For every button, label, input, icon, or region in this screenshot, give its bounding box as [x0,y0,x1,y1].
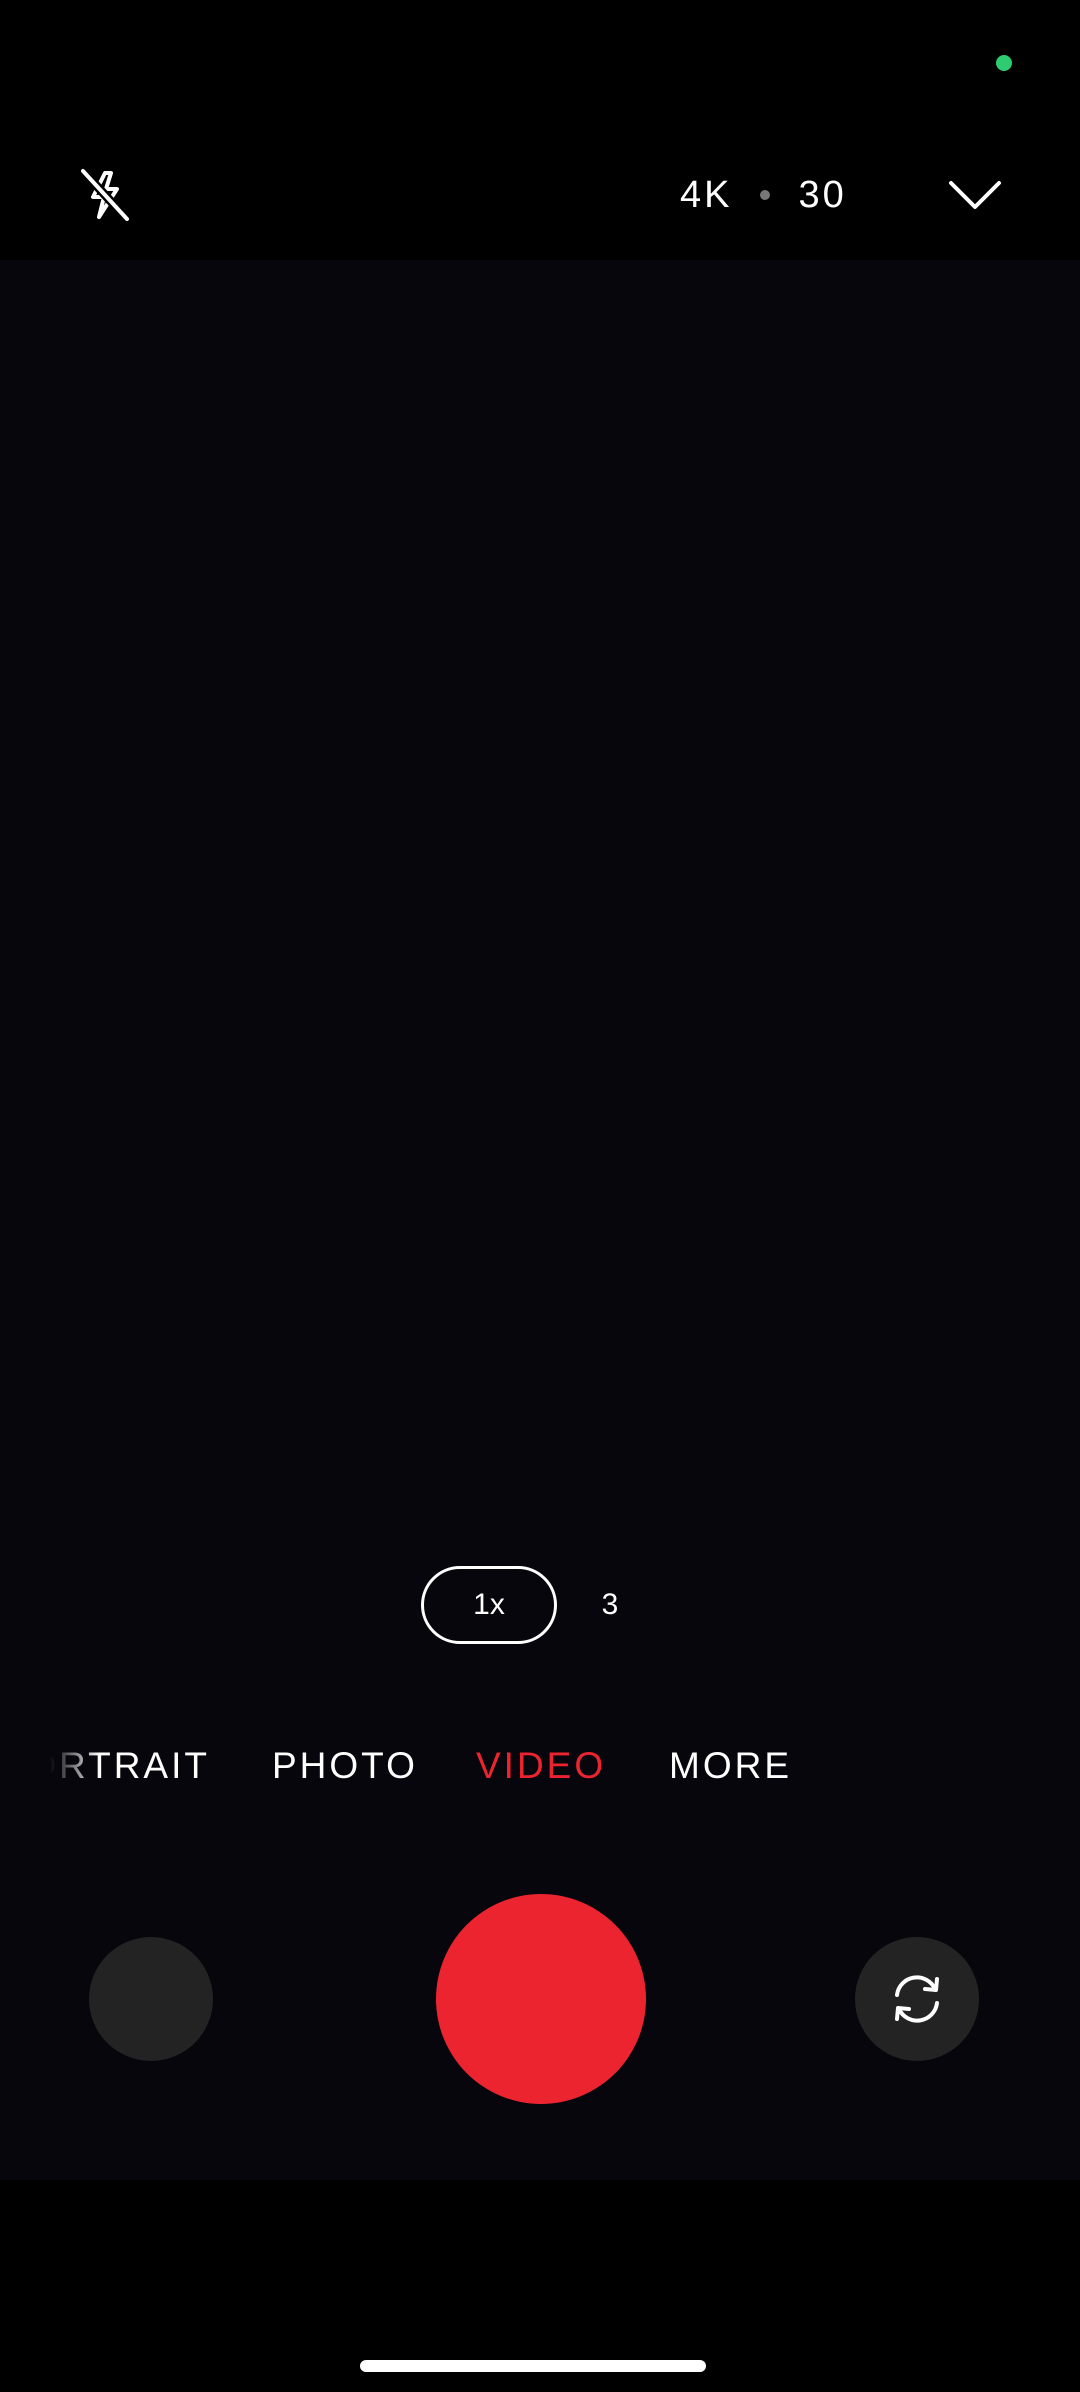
chevron-down-icon [949,181,1001,209]
camera-switch-icon [895,1975,939,2023]
camera-in-use-indicator [996,55,1012,71]
zoom-label: 3 [601,1588,619,1621]
resolution-label: 4K [680,173,733,216]
video-quality-selector[interactable]: 4K 30 [680,170,847,220]
zoom-option-1x[interactable]: 1x [421,1566,557,1644]
zoom-label: 1x [473,1588,505,1621]
mode-label: VIDEO [476,1745,607,1786]
mode-label: PORTRAIT [10,1745,210,1786]
expand-settings-button[interactable] [940,160,1010,230]
mode-video[interactable]: VIDEO [476,1745,606,1787]
mode-more[interactable]: MORE [669,1745,792,1787]
switch-camera-button[interactable] [855,1937,979,2061]
mode-portrait[interactable]: PORTRAIT [10,1745,210,1787]
gallery-thumbnail-button[interactable] [89,1937,213,2061]
mode-label: PHOTO [272,1745,418,1786]
home-indicator[interactable] [360,2360,706,2372]
mode-label: MORE [669,1745,792,1786]
frame-rate-label: 30 [798,173,847,216]
separator-dot [760,190,771,200]
mode-photo[interactable]: PHOTO [272,1745,418,1787]
record-button[interactable] [436,1894,646,2104]
camera-mode-selector: PORTRAIT PHOTO VIDEO MORE [0,1745,1080,1805]
flash-toggle-button[interactable] [70,160,140,230]
status-bar [0,0,1080,120]
zoom-option-3[interactable]: 3 [590,1576,630,1634]
flash-off-icon [79,167,131,223]
camera-top-bar: 4K 30 [0,120,1080,260]
camera-viewfinder[interactable] [0,260,1080,2180]
